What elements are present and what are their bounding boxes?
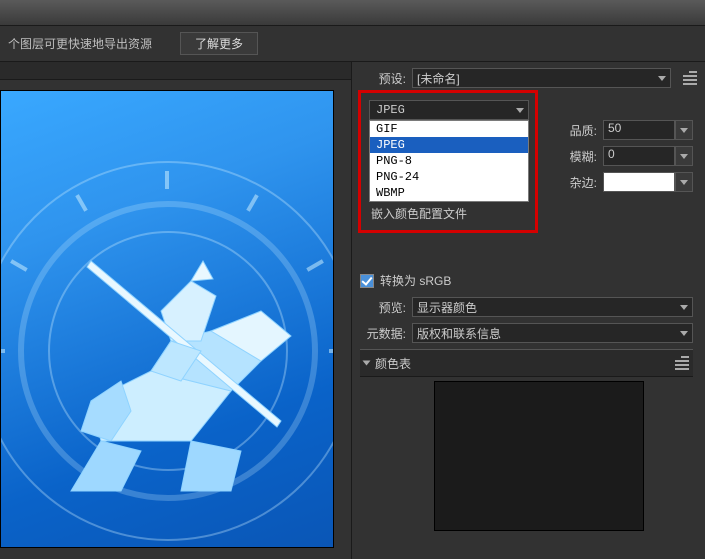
preset-label: 预设:	[360, 70, 406, 87]
window-titlebar	[0, 0, 705, 26]
settings-pane: 预设: [未命名] JPEG GIF JPEG PNG-8 PNG-24 WBM…	[352, 62, 705, 559]
preview-label: 预览:	[360, 299, 406, 316]
swatches-header[interactable]: 颜色表	[360, 349, 693, 377]
embed-profile-checkbox-label[interactable]: 嵌入颜色配置文件	[369, 205, 527, 222]
chevron-down-icon	[680, 128, 688, 133]
hud-tick-icon	[165, 171, 169, 189]
image-preview[interactable]	[0, 90, 334, 548]
format-option-gif[interactable]: GIF	[370, 121, 528, 137]
checkbox-icon	[360, 274, 374, 288]
blur-stepper[interactable]	[675, 146, 693, 166]
disclosure-triangle-icon	[363, 361, 371, 366]
hint-bar: 个图层可更快速地导出资源 了解更多	[0, 26, 705, 62]
matte-stepper[interactable]	[675, 172, 693, 192]
chevron-down-icon	[680, 331, 688, 336]
chevron-down-icon	[680, 180, 688, 185]
chevron-down-icon	[680, 154, 688, 159]
format-select[interactable]: JPEG	[369, 100, 529, 120]
preset-select[interactable]: [未命名]	[412, 68, 671, 88]
chevron-down-icon	[658, 76, 666, 81]
chevron-down-icon	[680, 305, 688, 310]
convert-srgb-checkbox[interactable]: 转换为 sRGB	[360, 272, 693, 289]
preview-value: 显示器颜色	[417, 299, 477, 316]
preview-tabstrip[interactable]	[0, 62, 351, 80]
format-dropdown: GIF JPEG PNG-8 PNG-24 WBMP	[369, 120, 529, 202]
preset-menu-button[interactable]	[677, 68, 697, 88]
metadata-select[interactable]: 版权和联系信息	[412, 323, 693, 343]
matte-swatch[interactable]	[603, 172, 675, 192]
preset-value: [未命名]	[417, 70, 460, 87]
preview-pane	[0, 62, 352, 559]
swatches-title: 颜色表	[375, 355, 411, 372]
swatches-menu-button[interactable]	[669, 353, 689, 373]
hud-tick-icon	[329, 349, 334, 353]
format-option-png24[interactable]: PNG-24	[370, 169, 528, 185]
convert-srgb-label: 转换为 sRGB	[380, 272, 451, 289]
format-selected: JPEG	[376, 103, 405, 117]
blur-label: 模糊:	[563, 148, 597, 165]
hud-tick-icon	[0, 349, 5, 353]
format-highlight-box: JPEG GIF JPEG PNG-8 PNG-24 WBMP 嵌入颜色配置文件	[358, 90, 538, 233]
metadata-label: 元数据:	[360, 325, 406, 342]
preview-select[interactable]: 显示器颜色	[412, 297, 693, 317]
blur-input[interactable]: 0	[603, 146, 675, 166]
swatches-area	[360, 377, 693, 537]
format-option-jpeg[interactable]: JPEG	[370, 137, 528, 153]
metadata-value: 版权和联系信息	[417, 325, 501, 342]
learn-more-button[interactable]: 了解更多	[180, 32, 258, 55]
color-table[interactable]	[434, 381, 644, 531]
format-option-png8[interactable]: PNG-8	[370, 153, 528, 169]
hud-ring-icon	[48, 231, 288, 471]
matte-label: 杂边:	[563, 174, 597, 191]
quality-input[interactable]: 50	[603, 120, 675, 140]
chevron-down-icon	[516, 108, 524, 113]
quality-label: 品质:	[563, 122, 597, 139]
format-option-wbmp[interactable]: WBMP	[370, 185, 528, 201]
quality-stepper[interactable]	[675, 120, 693, 140]
hint-text: 个图层可更快速地导出资源	[8, 35, 152, 52]
